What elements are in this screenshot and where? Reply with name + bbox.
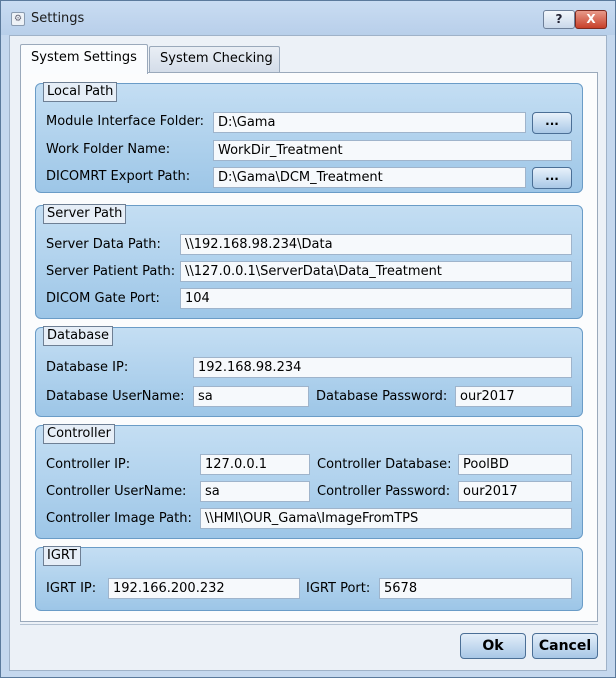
- local-path-group: Local Path Module Interface Folder: D:\G…: [35, 82, 583, 193]
- window-title: Settings: [31, 11, 85, 26]
- igrt-group: IGRT IGRT IP: 192.166.200.232 IGRT Port:…: [35, 546, 583, 611]
- button-separator: [20, 624, 598, 625]
- controller-title: Controller: [43, 424, 115, 444]
- dicom-gate-port-field[interactable]: 104: [180, 288, 572, 309]
- database-username-field[interactable]: sa: [193, 386, 309, 407]
- database-username-label: Database UserName:: [46, 389, 185, 404]
- app-icon: ⚙: [11, 12, 25, 26]
- module-interface-folder-label: Module Interface Folder:: [46, 114, 205, 129]
- work-folder-name-label: Work Folder Name:: [46, 142, 171, 157]
- database-group: Database Database IP: 192.168.98.234 Dat…: [35, 326, 583, 417]
- settings-window: ⚙ Settings ? X System Settings System Ch…: [0, 0, 616, 678]
- database-password-label: Database Password:: [316, 389, 448, 404]
- controller-password-label: Controller Password:: [317, 484, 451, 499]
- cancel-button[interactable]: Cancel: [532, 633, 598, 659]
- local-path-title: Local Path: [43, 82, 118, 102]
- server-path-group: Server Path Server Data Path: \\192.168.…: [35, 204, 583, 319]
- controller-image-path-field[interactable]: \\HMI\OUR_Gama\ImageFromTPS: [200, 508, 572, 529]
- browse-dicom-path-button[interactable]: ...: [532, 167, 572, 189]
- server-data-path-field[interactable]: \\192.168.98.234\Data: [180, 234, 572, 255]
- controller-ip-label: Controller IP:: [46, 457, 131, 472]
- server-data-path-label: Server Data Path:: [46, 237, 161, 252]
- dicom-gate-port-label: DICOM Gate Port:: [46, 291, 160, 306]
- igrt-port-field[interactable]: 5678: [379, 578, 572, 599]
- module-interface-folder-field[interactable]: D:\Gama: [213, 112, 526, 133]
- close-button[interactable]: X: [575, 10, 607, 29]
- controller-database-label: Controller Database:: [317, 457, 452, 472]
- dialog-client: System Settings System Checking Local Pa…: [9, 35, 607, 671]
- browse-module-folder-button[interactable]: ...: [532, 112, 572, 134]
- igrt-ip-field[interactable]: 192.166.200.232: [108, 578, 300, 599]
- tab-system-settings[interactable]: System Settings: [20, 44, 148, 74]
- controller-password-field[interactable]: our2017: [458, 481, 572, 502]
- controller-username-label: Controller UserName:: [46, 484, 187, 499]
- server-patient-path-field[interactable]: \\127.0.0.1\ServerData\Data_Treatment: [180, 261, 572, 282]
- database-ip-label: Database IP:: [46, 360, 129, 375]
- server-patient-path-label: Server Patient Path:: [46, 264, 176, 279]
- controller-ip-field[interactable]: 127.0.0.1: [200, 454, 310, 475]
- database-ip-field[interactable]: 192.168.98.234: [193, 357, 572, 378]
- help-button[interactable]: ?: [543, 10, 575, 29]
- ok-button[interactable]: Ok: [460, 633, 526, 659]
- database-title: Database: [43, 326, 114, 346]
- controller-database-field[interactable]: PoolBD: [458, 454, 572, 475]
- system-settings-panel: Local Path Module Interface Folder: D:\G…: [20, 72, 598, 622]
- tab-system-checking[interactable]: System Checking: [149, 46, 280, 72]
- controller-username-field[interactable]: sa: [200, 481, 310, 502]
- igrt-title: IGRT: [43, 546, 81, 566]
- controller-group: Controller Controller IP: 127.0.0.1 Cont…: [35, 424, 583, 539]
- igrt-port-label: IGRT Port:: [306, 581, 371, 596]
- title-bar[interactable]: ⚙ Settings ? X: [1, 1, 615, 35]
- server-path-title: Server Path: [43, 204, 127, 224]
- database-password-field[interactable]: our2017: [455, 386, 572, 407]
- dicomrt-export-path-field[interactable]: D:\Gama\DCM_Treatment: [213, 167, 526, 188]
- igrt-ip-label: IGRT IP:: [46, 581, 97, 596]
- dicomrt-export-path-label: DICOMRT Export Path:: [46, 169, 191, 184]
- controller-image-path-label: Controller Image Path:: [46, 511, 192, 526]
- work-folder-name-field[interactable]: WorkDir_Treatment: [213, 140, 572, 161]
